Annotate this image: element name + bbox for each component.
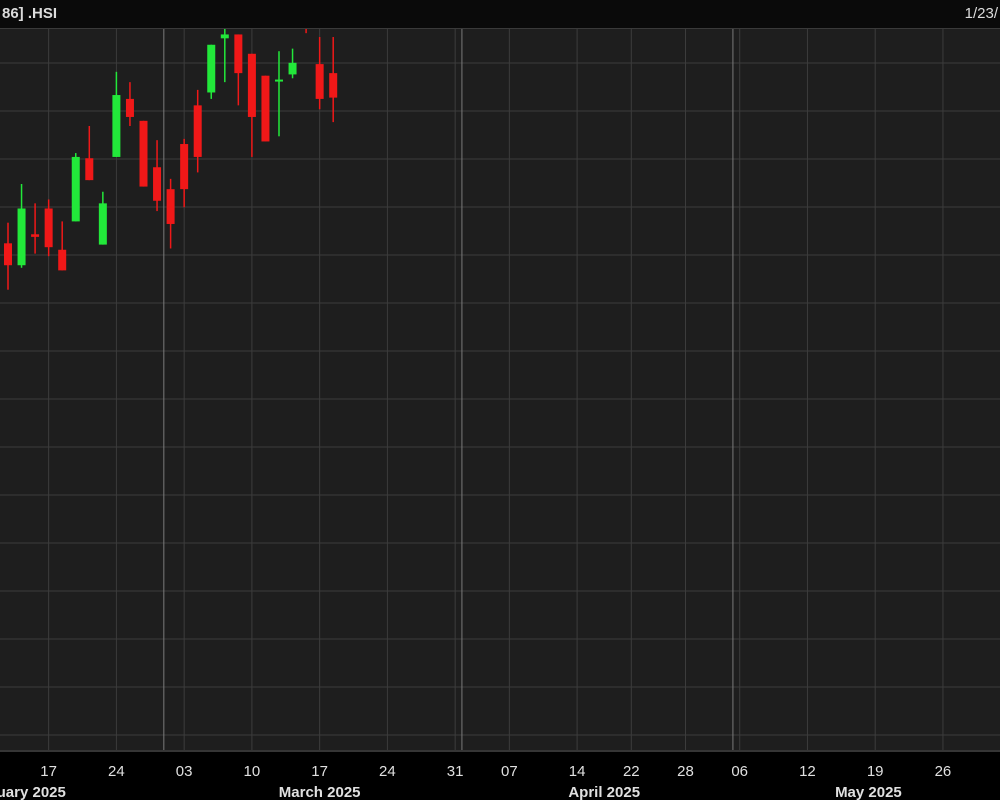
chart-header: 86] .HSI 1/23/ — [0, 0, 1000, 29]
candle-body — [247, 53, 256, 117]
candle-body — [58, 249, 67, 271]
month-label: ruary 2025 — [0, 784, 66, 800]
x-tick-label: 31 — [447, 763, 464, 780]
candle-body — [234, 34, 243, 74]
x-tick-label: 17 — [311, 763, 328, 780]
month-label: May 2025 — [835, 784, 902, 800]
candle-body — [329, 73, 338, 98]
candle-body — [153, 167, 162, 201]
candle — [139, 120, 148, 187]
candle-body — [31, 234, 40, 237]
x-tick-label: 03 — [176, 763, 193, 780]
x-tick-label: 06 — [731, 763, 748, 780]
candle-body — [207, 44, 216, 93]
candle-body — [288, 62, 297, 75]
candle-body — [261, 75, 270, 142]
x-tick-label: 24 — [379, 763, 396, 780]
candle — [207, 44, 216, 99]
candle-body — [17, 208, 26, 266]
header-date: 1/23/ — [964, 5, 998, 22]
candle-body — [71, 156, 80, 222]
candle-body — [98, 203, 107, 245]
x-tick-label: 19 — [867, 763, 884, 780]
x-tick-label: 14 — [569, 763, 586, 780]
candle-body — [85, 158, 94, 181]
candle — [71, 153, 80, 222]
candle-body — [220, 34, 229, 39]
x-tick-label: 22 — [623, 763, 640, 780]
candle-body — [4, 243, 12, 266]
candle-body — [44, 208, 53, 248]
x-tick-label: 26 — [935, 763, 952, 780]
candle-body — [180, 144, 189, 190]
x-tick-label: 17 — [40, 763, 57, 780]
x-tick-label: 12 — [799, 763, 816, 780]
month-label: March 2025 — [279, 784, 361, 800]
x-tick-label: 10 — [244, 763, 261, 780]
hsi-candlestick-chart: 17240310172431071422280612192602 ruary 2… — [0, 0, 1000, 800]
candle-body — [125, 98, 134, 117]
candle-body — [112, 95, 121, 157]
x-tick-label: 28 — [677, 763, 694, 780]
month-label: April 2025 — [568, 784, 640, 800]
instrument-title: 86] .HSI — [2, 5, 58, 22]
candle — [261, 75, 270, 142]
candle-body — [315, 64, 324, 99]
plot-background — [0, 28, 1000, 750]
x-tick-label: 07 — [501, 763, 518, 780]
candle-body — [193, 105, 202, 157]
candle-body — [166, 189, 175, 224]
x-tick-label: 24 — [108, 763, 125, 780]
candle-body — [139, 120, 148, 187]
candle-body — [275, 79, 283, 82]
